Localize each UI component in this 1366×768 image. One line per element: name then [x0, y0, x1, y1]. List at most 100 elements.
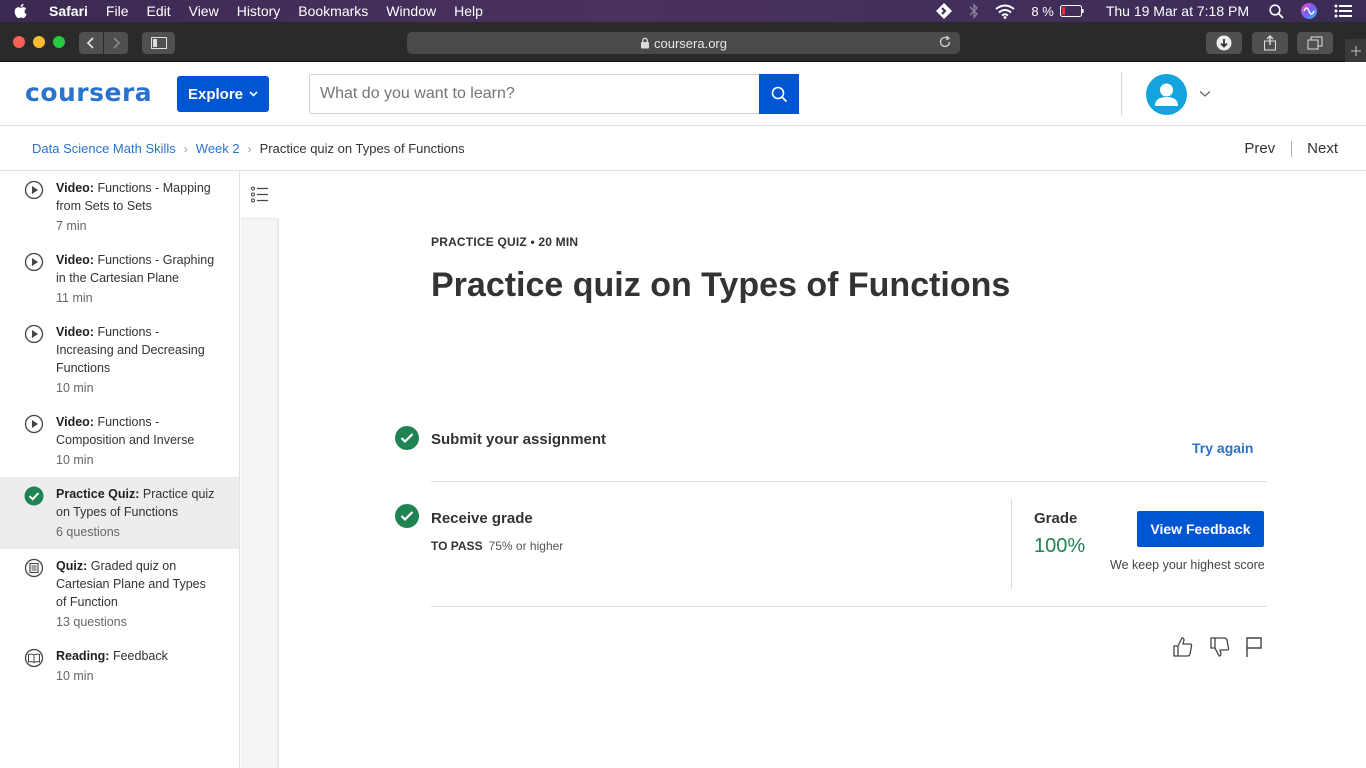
site-header: coursera Explore: [0, 62, 1366, 126]
prev-next-divider: [1291, 140, 1293, 157]
item-type: Reading:: [56, 649, 110, 663]
menu-view[interactable]: View: [180, 0, 228, 22]
avatar[interactable]: [1146, 74, 1187, 115]
breadcrumb-current: Practice quiz on Types of Functions: [259, 141, 465, 156]
highest-score-note: We keep your highest score: [1110, 558, 1265, 572]
thumbs-up-icon[interactable]: [1172, 636, 1194, 658]
new-tab-button[interactable]: [1345, 39, 1366, 62]
lock-icon: [641, 37, 649, 49]
share-icon[interactable]: [1252, 32, 1288, 54]
breadcrumb-week[interactable]: Week 2: [196, 141, 240, 156]
to-pass-label: TO PASS: [431, 539, 483, 553]
item-title: Feedback: [112, 649, 168, 663]
item-meta: 13 questions: [56, 615, 127, 629]
play-icon: [24, 324, 44, 344]
quiz-icon: [24, 558, 44, 578]
breadcrumb-chevron-icon: ›: [247, 141, 252, 156]
explore-label: Explore: [187, 85, 244, 103]
menu-file[interactable]: File: [97, 0, 138, 22]
item-meta: 6 questions: [56, 525, 120, 539]
menu-history[interactable]: History: [228, 0, 290, 22]
page-title: Practice quiz on Types of Functions: [431, 266, 1011, 304]
notification-center-icon[interactable]: [1334, 4, 1352, 18]
coursera-logo[interactable]: coursera: [25, 78, 152, 107]
browser-toolbar: coursera.org: [0, 22, 1366, 62]
sidebar-item-practice-quiz[interactable]: Practice Quiz: Practice quiz on Types of…: [0, 477, 239, 549]
minimize-window-button[interactable]: [33, 36, 45, 48]
flag-icon[interactable]: [1244, 636, 1266, 658]
apple-menu-icon[interactable]: [0, 3, 40, 19]
menu-safari[interactable]: Safari: [40, 0, 97, 22]
item-type: Video:: [56, 181, 94, 195]
item-meta: 10 min: [56, 381, 94, 395]
next-link[interactable]: Next: [1307, 140, 1338, 157]
item-meta: 10 min: [56, 669, 94, 683]
breadcrumb-course[interactable]: Data Science Math Skills: [32, 141, 176, 156]
chevron-down-icon: [249, 91, 258, 97]
submit-check-icon: [395, 426, 419, 450]
item-type: Quiz:: [56, 559, 88, 573]
receive-grade-title: Receive grade: [431, 510, 533, 527]
item-type: Video:: [56, 415, 94, 429]
siri-icon[interactable]: [1300, 2, 1318, 20]
clock[interactable]: Thu 19 Mar at 7:18 PM: [1106, 3, 1249, 19]
diamond-status-icon[interactable]: [935, 2, 953, 20]
breadcrumb: Data Science Math Skills › Week 2 › Prac…: [32, 141, 465, 156]
search-input[interactable]: [310, 75, 759, 113]
toggle-outline-button[interactable]: [241, 171, 279, 219]
header-divider: [1121, 72, 1122, 116]
prev-next-nav: Prev Next: [1244, 140, 1338, 157]
account-chevron-down-icon[interactable]: [1199, 90, 1211, 98]
battery-icon[interactable]: [1059, 5, 1084, 17]
sidebar-item-reading-feedback[interactable]: Reading: Feedback 10 min: [0, 639, 239, 693]
search-box: [309, 74, 799, 114]
item-kicker: PRACTICE QUIZ • 20 MIN: [431, 235, 579, 249]
explore-button[interactable]: Explore: [177, 76, 269, 112]
forward-button[interactable]: [104, 32, 128, 54]
sidebar-toggle-icon[interactable]: [142, 32, 175, 54]
item-type: Video:: [56, 325, 94, 339]
search-button[interactable]: [759, 74, 799, 114]
search-icon: [771, 86, 787, 102]
wifi-icon[interactable]: [995, 4, 1016, 19]
menu-help[interactable]: Help: [445, 0, 492, 22]
close-window-button[interactable]: [13, 36, 25, 48]
view-feedback-button[interactable]: View Feedback: [1137, 511, 1264, 547]
submit-assignment-title: Submit your assignment: [431, 431, 607, 448]
tab-overview-icon[interactable]: [1297, 32, 1333, 54]
item-meta: 7 min: [56, 219, 87, 233]
back-button[interactable]: [79, 32, 103, 54]
menu-edit[interactable]: Edit: [137, 0, 179, 22]
sidebar-item-video-increasing[interactable]: Video: Functions - Increasing and Decrea…: [0, 315, 239, 405]
item-meta: 11 min: [56, 291, 93, 305]
battery-percent: 8 %: [1031, 3, 1054, 19]
spotlight-search-icon[interactable]: [1269, 3, 1284, 19]
play-icon: [24, 252, 44, 272]
step-divider: [431, 481, 1267, 482]
check-circle-icon: [24, 486, 44, 506]
grade-value: 100%: [1034, 535, 1086, 557]
zoom-window-button[interactable]: [53, 36, 65, 48]
to-pass-value: 75% or higher: [488, 539, 564, 553]
downloads-icon[interactable]: [1206, 32, 1242, 54]
menu-bookmarks[interactable]: Bookmarks: [289, 0, 377, 22]
menu-window[interactable]: Window: [377, 0, 445, 22]
sidebar-item-graded-quiz[interactable]: Quiz: Graded quiz on Cartesian Plane and…: [0, 549, 239, 639]
sidebar-item-video-graphing[interactable]: Video: Functions - Graphing in the Carte…: [0, 243, 239, 315]
grade-check-icon: [395, 504, 419, 528]
breadcrumb-bar: Data Science Math Skills › Week 2 › Prac…: [0, 127, 1366, 171]
list-icon: [251, 186, 268, 203]
bluetooth-icon[interactable]: [969, 3, 979, 19]
thumbs-down-icon[interactable]: [1209, 636, 1231, 658]
play-icon: [24, 180, 44, 200]
sidebar-item-video-mapping[interactable]: Video: Functions - Mapping from Sets to …: [0, 171, 239, 243]
try-again-link[interactable]: Try again: [1192, 440, 1253, 456]
address-bar[interactable]: coursera.org: [407, 32, 960, 54]
url-text: coursera.org: [654, 35, 727, 51]
sidebar-item-video-composition[interactable]: Video: Functions - Composition and Inver…: [0, 405, 239, 477]
reload-icon[interactable]: [938, 35, 952, 52]
item-meta: 10 min: [56, 453, 94, 467]
pass-requirement: TO PASS 75% or higher: [431, 539, 563, 553]
prev-link[interactable]: Prev: [1244, 140, 1275, 157]
play-icon: [24, 414, 44, 434]
